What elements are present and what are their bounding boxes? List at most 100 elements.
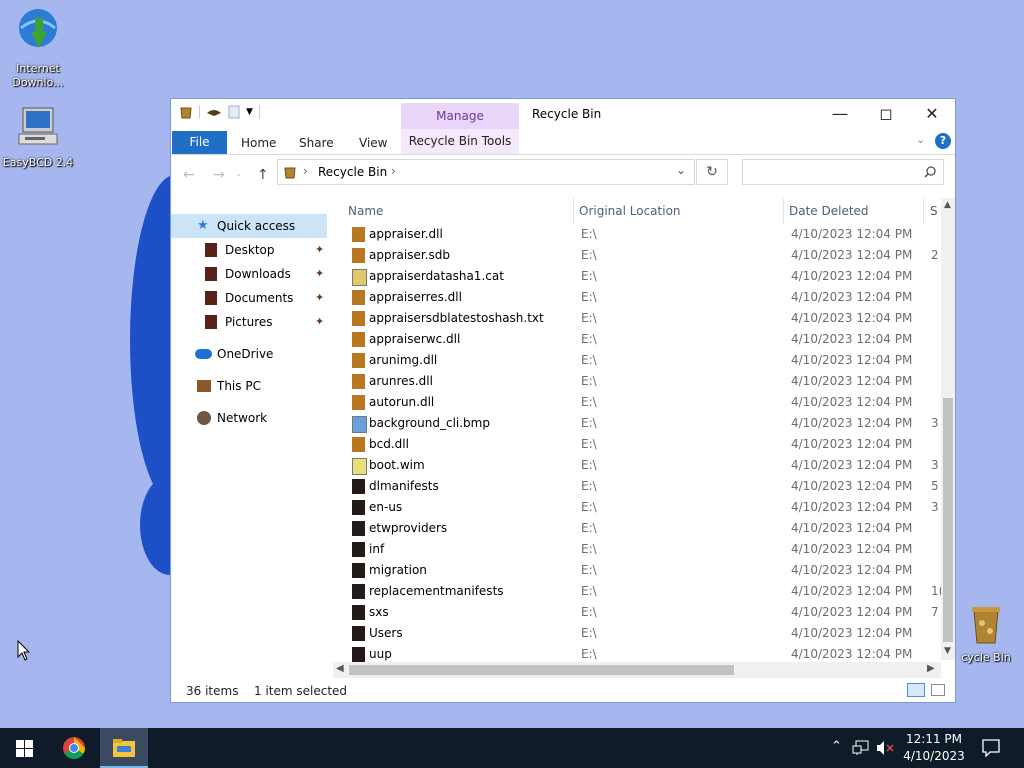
table-row[interactable]: bcd.dll E:\ 4/10/2023 12:04 PM (333, 434, 941, 455)
maximize-button[interactable]: ◻ (863, 99, 909, 129)
table-row[interactable]: appraiserwc.dll E:\ 4/10/2023 12:04 PM (333, 329, 941, 350)
date-deleted: 4/10/2023 12:04 PM (791, 290, 913, 304)
table-row[interactable]: background_cli.bmp E:\ 4/10/2023 12:04 PM 3 (333, 413, 941, 434)
original-location: E:\ (581, 374, 597, 388)
scroll-up-arrow-icon[interactable]: ▲ (944, 200, 951, 210)
desktop-icon-easybcd[interactable]: EasyBCD 2.4 (0, 104, 76, 170)
expand-ribbon-chevron-icon[interactable]: ⌄ (916, 133, 925, 146)
notification-center-icon[interactable] (982, 739, 1000, 757)
show-hidden-icons-chevron-icon[interactable]: ⌃ (831, 739, 842, 754)
nav-label: This PC (217, 379, 261, 393)
table-row[interactable]: en-us E:\ 4/10/2023 12:04 PM 3 (333, 497, 941, 518)
forward-arrow-icon[interactable]: → (213, 167, 225, 183)
table-row[interactable]: migration E:\ 4/10/2023 12:04 PM (333, 560, 941, 581)
date-deleted: 4/10/2023 12:04 PM (791, 437, 913, 451)
refresh-button[interactable]: ↻ (696, 159, 728, 185)
breadcrumb-separator-icon[interactable]: › (391, 164, 396, 178)
breadcrumb-recycle-bin[interactable]: Recycle Bin (318, 165, 387, 179)
start-button[interactable] (0, 728, 48, 768)
nav-item-desktop[interactable]: Desktop ✦ (171, 238, 327, 262)
table-row[interactable]: Users E:\ 4/10/2023 12:04 PM (333, 623, 941, 644)
address-bar[interactable]: › Recycle Bin › ⌄ (277, 159, 695, 185)
customize-qat-chevron-icon[interactable]: ▼ (246, 107, 253, 117)
scroll-right-arrow-icon[interactable]: ▶ (927, 663, 935, 674)
table-row[interactable]: appraiser.sdb E:\ 4/10/2023 12:04 PM 2 (333, 245, 941, 266)
nav-item-network[interactable]: Network (171, 406, 327, 430)
volume-muted-icon[interactable] (876, 740, 894, 756)
table-row[interactable]: appraiserres.dll E:\ 4/10/2023 12:04 PM (333, 287, 941, 308)
file-size: 3 (931, 458, 939, 472)
table-row[interactable]: replacementmanifests E:\ 4/10/2023 12:04 P… (333, 581, 941, 602)
large-icons-view-icon[interactable] (931, 684, 945, 696)
system-clock[interactable]: 12:11 PM 4/10/2023 (900, 731, 968, 765)
file-name: background_cli.bmp (369, 416, 490, 430)
desktop-icon-label: cycle Bin (961, 651, 1011, 664)
horizontal-scrollbar[interactable]: ◀ ▶ (333, 662, 941, 678)
taskbar-chrome[interactable] (50, 728, 98, 768)
vertical-scrollbar[interactable]: ▲ ▼ (941, 198, 955, 660)
properties-icon[interactable] (206, 107, 222, 117)
table-row[interactable]: appraisersdblatestoshash.txt E:\ 4/10/2023… (333, 308, 941, 329)
up-arrow-icon[interactable]: ↑ (257, 167, 269, 183)
table-row[interactable]: appraiserdatasha1.cat E:\ 4/10/2023 12:04 … (333, 266, 941, 287)
table-row[interactable]: autorun.dll E:\ 4/10/2023 12:04 PM (333, 392, 941, 413)
help-icon[interactable]: ? (935, 133, 951, 149)
tab-recycle-bin-tools[interactable]: Recycle Bin Tools (401, 129, 519, 154)
column-header-size[interactable]: S (930, 198, 938, 224)
column-header-name[interactable]: Name (348, 198, 383, 224)
network-status-icon[interactable] (852, 740, 870, 756)
table-row[interactable]: etwproviders E:\ 4/10/2023 12:04 PM (333, 518, 941, 539)
scroll-down-arrow-icon[interactable]: ▼ (944, 646, 951, 656)
table-row[interactable]: boot.wim E:\ 4/10/2023 12:04 PM 3 (333, 455, 941, 476)
nav-item-this-pc[interactable]: This PC (171, 374, 327, 398)
column-header-original-location[interactable]: Original Location (579, 198, 681, 224)
desktop-icon-internet-download-manager[interactable]: Internet Downlo... (0, 6, 76, 90)
nav-item-pictures[interactable]: Pictures ✦ (171, 310, 327, 334)
minimize-button[interactable]: — (817, 99, 863, 129)
sort-ascending-icon[interactable]: ⌃ (453, 198, 461, 203)
table-row[interactable]: arunimg.dll E:\ 4/10/2023 12:04 PM (333, 350, 941, 371)
search-input[interactable] (742, 159, 944, 185)
new-folder-icon[interactable] (228, 105, 240, 119)
internet-download-manager-icon (19, 9, 57, 48)
recent-locations-chevron-icon[interactable]: ⌄ (235, 169, 243, 179)
tab-file[interactable]: File (172, 131, 227, 154)
column-divider[interactable] (923, 198, 924, 224)
tab-share[interactable]: Share (299, 133, 334, 154)
table-row[interactable]: dlmanifests E:\ 4/10/2023 12:04 PM 5 (333, 476, 941, 497)
close-button[interactable]: ✕ (909, 99, 955, 129)
tab-home[interactable]: Home (241, 133, 276, 154)
breadcrumb-separator-icon[interactable]: › (303, 164, 308, 178)
title-bar[interactable]: ▼ Manage Recycle Bin — ◻ ✕ (171, 99, 955, 129)
address-history-chevron-icon[interactable]: ⌄ (676, 163, 686, 177)
column-divider[interactable] (783, 198, 784, 224)
nav-item-onedrive[interactable]: OneDrive (171, 342, 327, 366)
table-row[interactable]: sxs E:\ 4/10/2023 12:04 PM 7 (333, 602, 941, 623)
file-explorer-window[interactable]: ▼ Manage Recycle Bin — ◻ ✕ File Home Sha… (170, 98, 956, 703)
pin-icon[interactable]: ✦ (315, 238, 324, 262)
nav-item-documents[interactable]: Documents ✦ (171, 286, 327, 310)
pin-icon[interactable]: ✦ (315, 310, 324, 334)
details-view-icon[interactable] (907, 683, 925, 697)
nav-label: Network (217, 411, 268, 425)
scroll-left-arrow-icon[interactable]: ◀ (336, 663, 344, 674)
file-explorer-icon (113, 739, 135, 757)
nav-item-downloads[interactable]: Downloads ✦ (171, 262, 327, 286)
desktop-icon-recycle-bin[interactable]: cycle Bin (948, 603, 1024, 665)
column-header-date-deleted[interactable]: Date Deleted (789, 198, 869, 224)
original-location: E:\ (581, 500, 597, 514)
file-size: 5 (931, 479, 939, 493)
table-row[interactable]: inf E:\ 4/10/2023 12:04 PM (333, 539, 941, 560)
column-divider[interactable] (573, 198, 574, 224)
taskbar-file-explorer[interactable] (100, 728, 148, 768)
back-arrow-icon[interactable]: ← (183, 167, 195, 183)
scroll-thumb[interactable] (943, 398, 953, 642)
scroll-thumb[interactable] (349, 665, 734, 675)
tab-view[interactable]: View (359, 133, 387, 154)
original-location: E:\ (581, 416, 597, 430)
pin-icon[interactable]: ✦ (315, 286, 324, 310)
table-row[interactable]: appraiser.dll E:\ 4/10/2023 12:04 PM (333, 224, 941, 245)
pin-icon[interactable]: ✦ (315, 262, 324, 286)
nav-item-quick-access[interactable]: ★ Quick access (171, 214, 327, 238)
table-row[interactable]: arunres.dll E:\ 4/10/2023 12:04 PM (333, 371, 941, 392)
